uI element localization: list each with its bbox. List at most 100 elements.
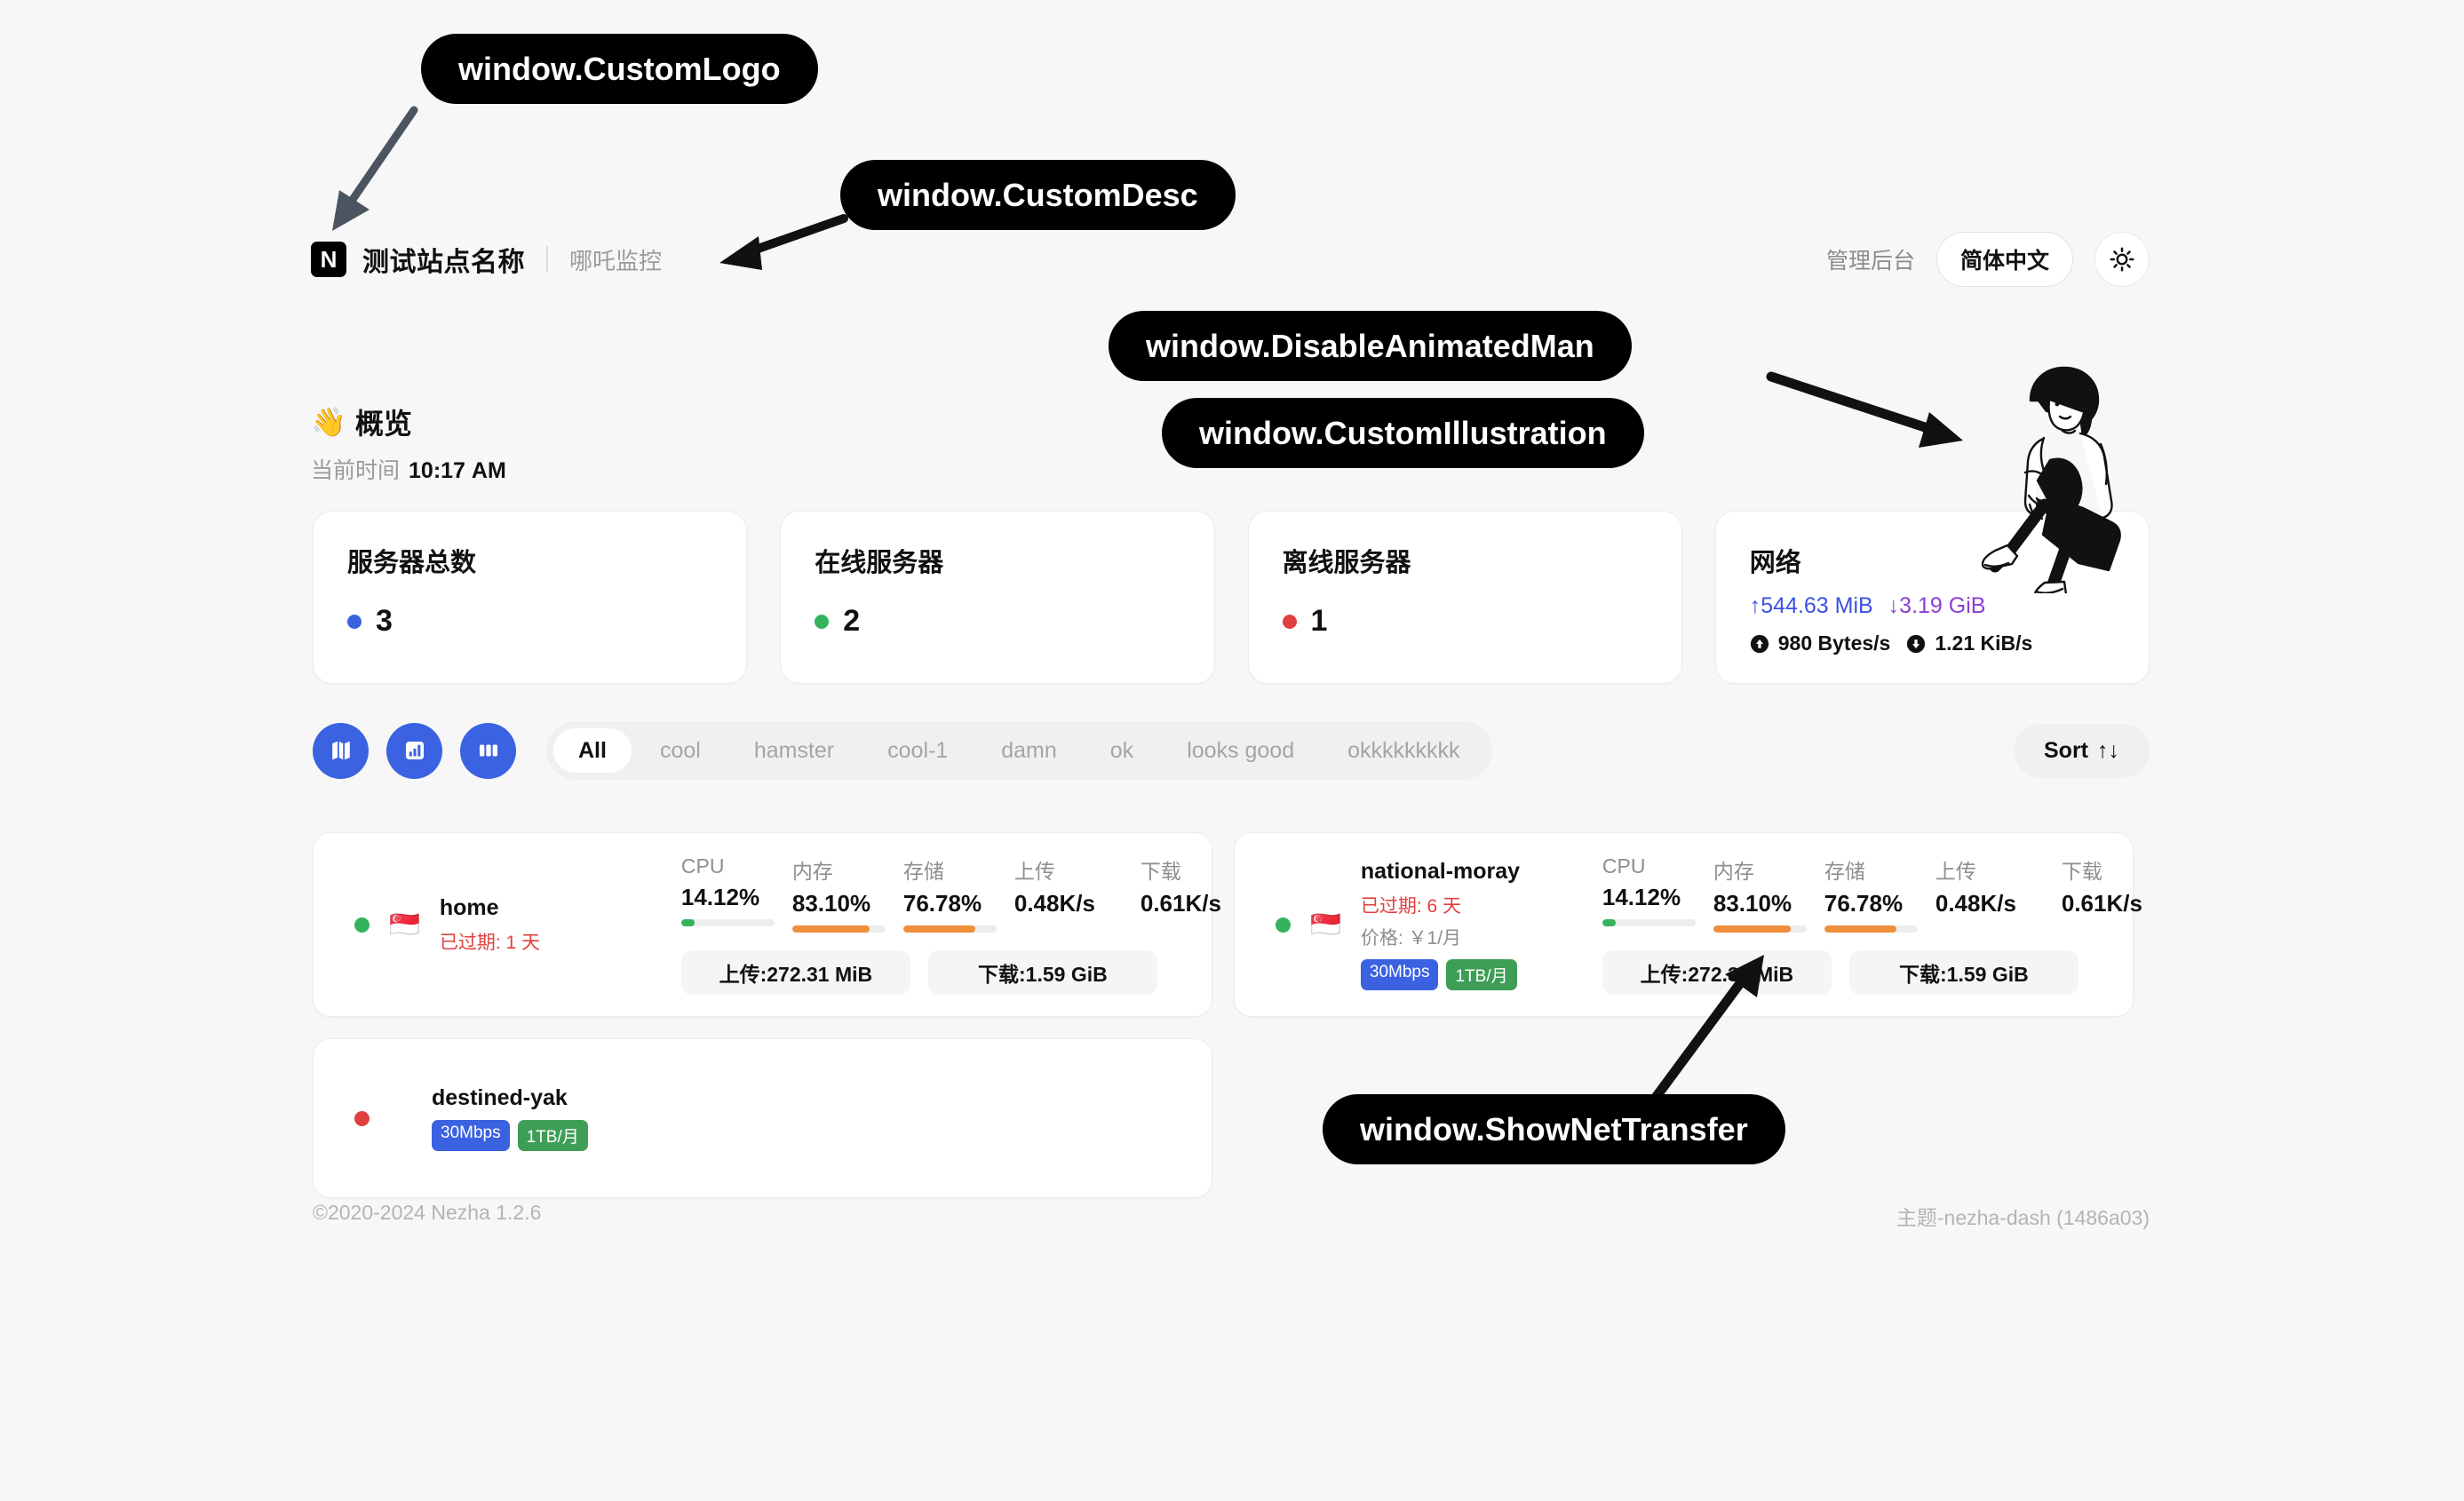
- brand-separator: [546, 246, 548, 273]
- arrow-to-logo: [332, 106, 418, 231]
- metric-storage: 存储 76.78%: [1824, 854, 1935, 933]
- tag-filter-tabs: All cool hamster cool-1 damn ok looks go…: [546, 721, 1492, 780]
- tab-ok[interactable]: ok: [1085, 728, 1158, 773]
- status-dot-offline: [1282, 614, 1297, 629]
- server-card-destined-yak[interactable]: destined-yak 30Mbps 1TB/月: [313, 1038, 1212, 1198]
- arrow-to-illustration: [1766, 371, 1963, 448]
- stat-value: 1: [1310, 604, 1328, 638]
- storage-progress-bar: [1824, 925, 1918, 933]
- sun-icon: [2110, 247, 2134, 272]
- metric-value: 14.12%: [680, 884, 760, 910]
- metric-memory: 内存 83.10%: [1713, 854, 1824, 933]
- server-name: destined-yak: [432, 1085, 568, 1110]
- transfer-download: 下载:1.59 GiB: [1848, 950, 2079, 995]
- tab-all[interactable]: All: [553, 728, 632, 773]
- metric-storage: 存储 76.78%: [902, 854, 1014, 933]
- header-actions: 管理后台 简体中文: [1826, 232, 2150, 287]
- metric-row: CPU 14.12% 内存 83.10% 存储 76.78% 上传 0.48K/…: [1602, 854, 2188, 933]
- badge-bandwidth: 30Mbps: [432, 1120, 510, 1151]
- sort-label: Sort: [2044, 737, 2088, 763]
- metric-value: 76.78%: [902, 890, 982, 917]
- server-status-dot: [354, 1110, 370, 1126]
- admin-dashboard-link[interactable]: 管理后台: [1826, 243, 1915, 275]
- country-flag-icon: 🇸🇬: [389, 910, 420, 938]
- stat-card-offline-servers[interactable]: 离线服务器 1: [1247, 511, 1682, 684]
- upload-circle-icon: [1750, 634, 1769, 654]
- stat-value-row: 2: [815, 604, 1180, 639]
- network-download-speed: 1.21 KiB/s: [1935, 631, 2033, 655]
- metric-label: CPU: [1602, 854, 1646, 878]
- site-header: N 测试站点名称 哪吒监控 管理后台 简体中文: [311, 232, 2150, 287]
- metric-download: 下载 0.61K/s: [2062, 854, 2188, 917]
- theme-toggle-button[interactable]: [2094, 232, 2150, 287]
- metric-value: 76.78%: [1824, 890, 1904, 917]
- columns-view-button[interactable]: [460, 722, 516, 779]
- chart-icon: [405, 741, 424, 760]
- network-upload-speed: 980 Bytes/s: [1777, 631, 1891, 655]
- tab-cool[interactable]: cool: [635, 728, 726, 773]
- overview-section: 👋 概览 当前时间 10:17 AM: [311, 401, 506, 485]
- status-dot-online: [815, 614, 830, 629]
- stat-card-online-servers[interactable]: 在线服务器 2: [780, 511, 1215, 684]
- server-card-home[interactable]: 🇸🇬 home 已过期: 1 天 CPU 14.12% 内存 83.10% 存储…: [313, 832, 1221, 1017]
- network-totals: ↑544.63 MiB ↓3.19 GiB: [1750, 593, 2115, 619]
- tab-okkkkkkkkk[interactable]: okkkkkkkkk: [1323, 728, 1484, 773]
- metric-label: 内存: [1713, 860, 1754, 883]
- server-identity: home 已过期: 1 天: [440, 895, 662, 955]
- badge-bandwidth: 30Mbps: [1360, 959, 1439, 990]
- memory-progress-bar: [1713, 925, 1807, 933]
- stat-value-row: 1: [1282, 604, 1648, 639]
- stat-card-row: 服务器总数 3 在线服务器 2 离线服务器 1 网络 ↑544.63 MiB ↓…: [313, 511, 2150, 684]
- server-metrics: CPU 14.12% 内存 83.10% 存储 76.78% 上传 0.48K/…: [680, 854, 1267, 995]
- footer: ©2020-2024 Nezha 1.2.6 主题-nezha-dash (14…: [313, 1201, 2150, 1231]
- wave-emoji-icon: 👋: [311, 406, 346, 438]
- memory-progress-bar: [791, 925, 886, 933]
- server-identity: national-moray 已过期: 6 天 价格: ￥1/月 30Mbps …: [1360, 859, 1583, 990]
- tab-hamster[interactable]: hamster: [729, 728, 859, 773]
- network-download-total: ↓3.19 GiB: [1888, 593, 1986, 618]
- sort-button[interactable]: Sort ↑↓: [2014, 723, 2150, 778]
- cpu-progress-bar: [680, 919, 775, 926]
- metric-value: 0.61K/s: [2061, 890, 2142, 917]
- language-switcher[interactable]: 简体中文: [1935, 232, 2073, 287]
- tab-looks-good[interactable]: looks good: [1162, 728, 1319, 773]
- metric-value: 14.12%: [1602, 884, 1681, 910]
- cpu-progress-bar: [1602, 919, 1696, 926]
- server-status-dot: [354, 917, 370, 933]
- map-icon: [331, 741, 350, 760]
- filter-bar: All cool hamster cool-1 damn ok looks go…: [313, 721, 2150, 780]
- tab-cool-1[interactable]: cool-1: [862, 728, 973, 773]
- server-expire: 已过期: 6 天: [1360, 896, 1462, 917]
- metric-row: CPU 14.12% 内存 83.10% 存储 76.78% 上传 0.48K/…: [680, 854, 1267, 933]
- server-identity: destined-yak 30Mbps 1TB/月: [432, 1085, 654, 1151]
- badge-traffic: 1TB/月: [1446, 959, 1517, 990]
- map-view-button[interactable]: [313, 722, 369, 779]
- badge-traffic: 1TB/月: [517, 1120, 588, 1151]
- metric-value: 0.48K/s: [1935, 890, 2016, 917]
- metric-label: 存储: [1824, 860, 1865, 883]
- stat-value: 2: [843, 604, 861, 638]
- site-description: 哪吒监控: [569, 247, 663, 274]
- stat-title: 离线服务器: [1282, 549, 1411, 577]
- arrow-to-desc: [719, 214, 848, 270]
- sort-arrows-icon: ↑↓: [2097, 737, 2119, 763]
- server-name: national-moray: [1360, 859, 1521, 884]
- tab-damn[interactable]: damn: [976, 728, 1082, 773]
- network-speeds: 980 Bytes/s 1.21 KiB/s: [1750, 631, 2115, 655]
- metric-label: 内存: [791, 860, 833, 883]
- chart-view-button[interactable]: [386, 722, 442, 779]
- stat-title: 服务器总数: [347, 549, 477, 577]
- server-badges: 30Mbps 1TB/月: [432, 1120, 654, 1151]
- server-list: 🇸🇬 home 已过期: 1 天 CPU 14.12% 内存 83.10% 存储…: [313, 832, 2150, 1198]
- storage-progress-bar: [902, 925, 997, 933]
- current-time-label: 当前时间: [311, 458, 401, 483]
- overview-title-text: 概览: [354, 408, 412, 440]
- stat-card-total-servers[interactable]: 服务器总数 3: [313, 511, 748, 684]
- callout-show-net-transfer: window.ShowNetTransfer: [1323, 1094, 1785, 1165]
- server-expire: 已过期: 1 天: [439, 932, 541, 953]
- current-time-value: 10:17 AM: [409, 458, 506, 483]
- metric-upload: 上传 0.48K/s: [1935, 854, 2062, 917]
- metric-value: 0.48K/s: [1013, 890, 1095, 917]
- metric-value: 83.10%: [1713, 890, 1792, 917]
- server-badges: 30Mbps 1TB/月: [1360, 959, 1583, 990]
